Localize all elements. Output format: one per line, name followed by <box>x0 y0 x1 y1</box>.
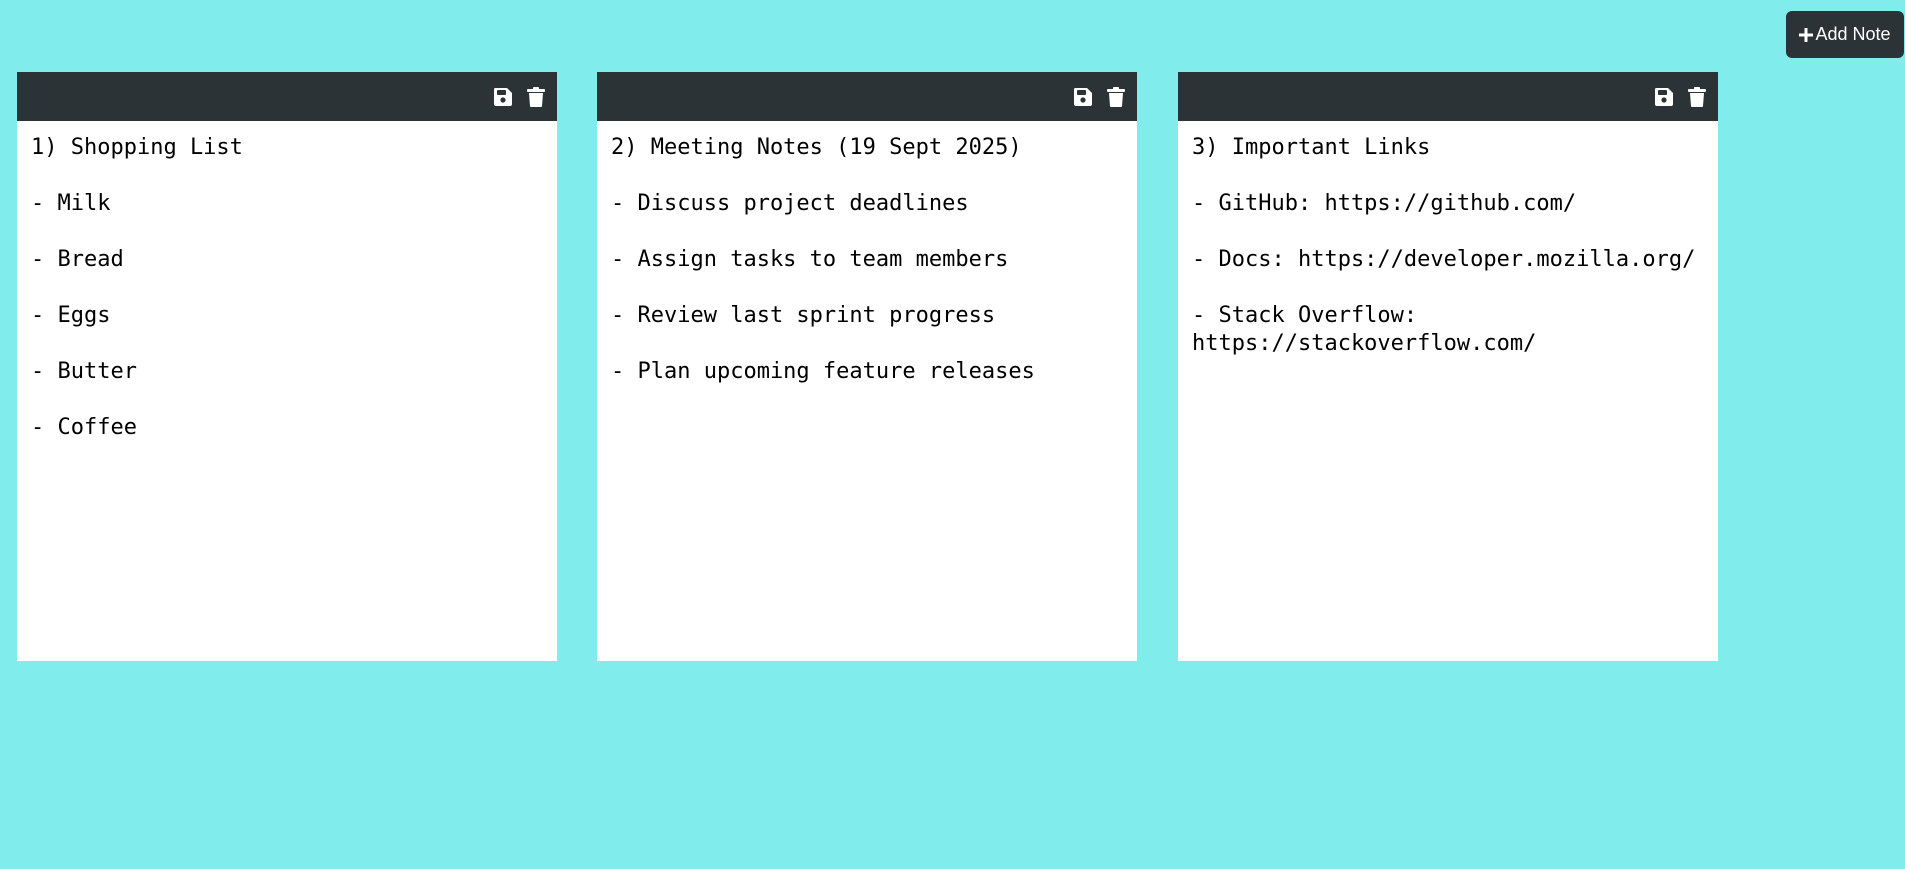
add-note-label: Add Note <box>1815 24 1891 44</box>
note-toolbar <box>597 72 1137 121</box>
note-text: 1) Shopping List - Milk - Bread - Eggs -… <box>31 135 243 440</box>
note-toolbar <box>1178 72 1718 121</box>
save-icon[interactable] <box>492 86 514 108</box>
delete-icon[interactable] <box>1686 86 1708 108</box>
plus-icon <box>1799 27 1814 42</box>
note-toolbar <box>17 72 557 121</box>
note-card: 2) Meeting Notes (19 Sept 2025) - Discus… <box>597 72 1137 661</box>
save-icon[interactable] <box>1072 86 1094 108</box>
note-card: 3) Important Links - GitHub: https://git… <box>1178 72 1718 661</box>
note-editor[interactable]: 1) Shopping List - Milk - Bread - Eggs -… <box>17 121 557 661</box>
save-icon[interactable] <box>1653 86 1675 108</box>
note-card: 1) Shopping List - Milk - Bread - Eggs -… <box>17 72 557 661</box>
delete-icon[interactable] <box>1105 86 1127 108</box>
note-text: 2) Meeting Notes (19 Sept 2025) - Discus… <box>611 135 1035 384</box>
delete-icon[interactable] <box>525 86 547 108</box>
add-note-button[interactable]: Add Note <box>1786 11 1904 58</box>
note-editor[interactable]: 3) Important Links - GitHub: https://git… <box>1178 121 1718 661</box>
note-editor[interactable]: 2) Meeting Notes (19 Sept 2025) - Discus… <box>597 121 1137 661</box>
note-text: 3) Important Links - GitHub: https://git… <box>1192 135 1696 356</box>
